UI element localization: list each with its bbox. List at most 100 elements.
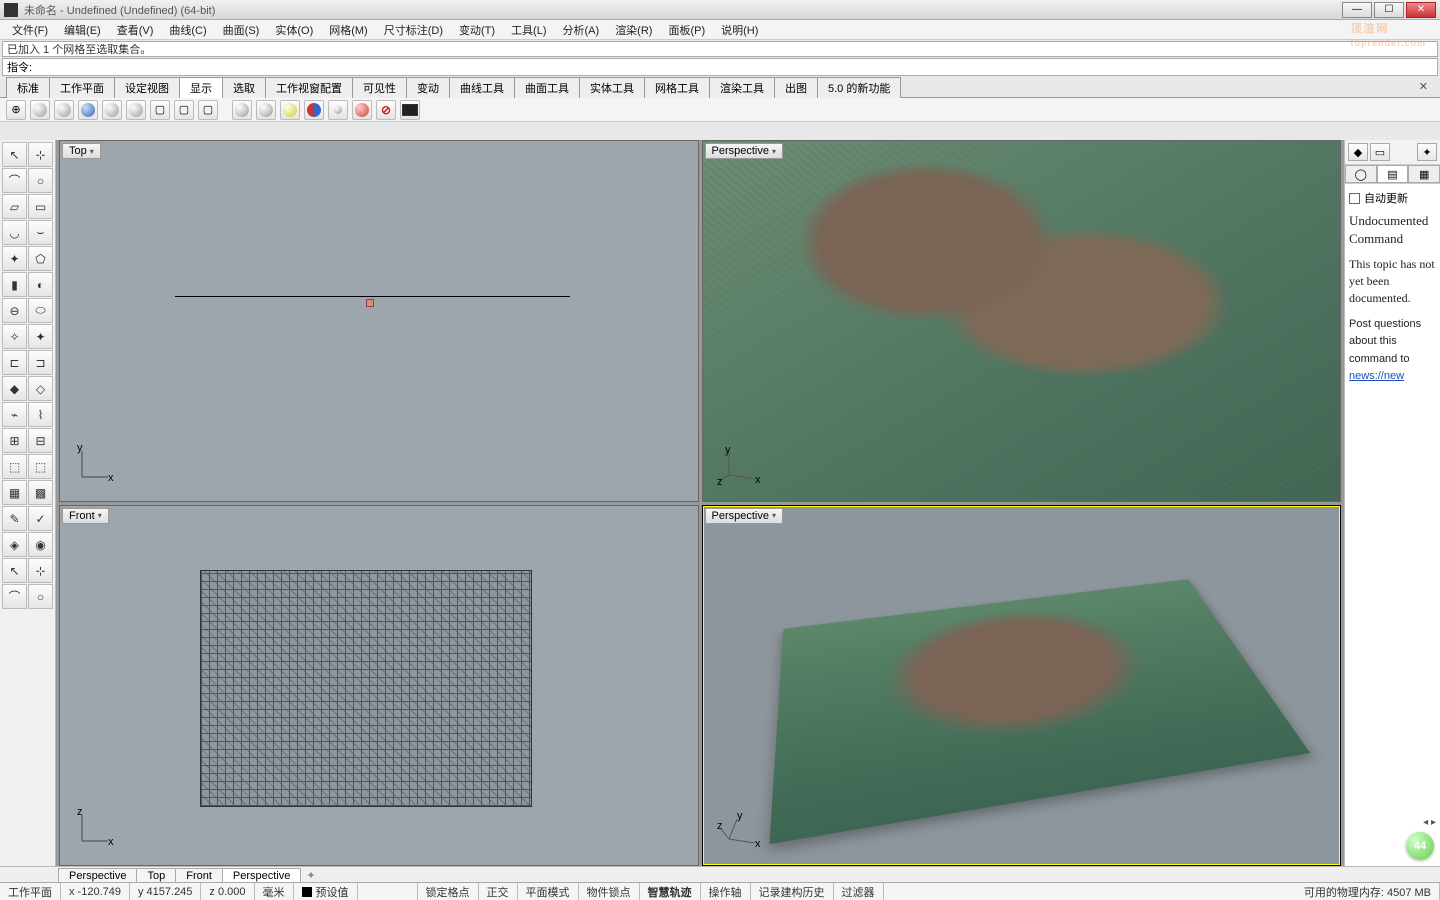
maximize-button[interactable]: ☐ xyxy=(1374,2,1404,18)
menu-实体(O)[interactable]: 实体(O) xyxy=(269,21,319,39)
tab-工作平面[interactable]: 工作平面 xyxy=(49,77,115,98)
tool-15[interactable]: ✦ xyxy=(28,324,53,349)
chevron-down-icon[interactable]: ▾ xyxy=(772,511,776,520)
menu-曲面(S)[interactable]: 曲面(S) xyxy=(217,21,266,39)
fullscreen-icon[interactable] xyxy=(400,100,420,120)
tool-20[interactable]: ⌁ xyxy=(2,402,27,427)
tool-19[interactable]: ◇ xyxy=(28,376,53,401)
tab-曲面工具[interactable]: 曲面工具 xyxy=(514,77,580,98)
help-link[interactable]: news://new xyxy=(1349,370,1404,382)
tab-出图[interactable]: 出图 xyxy=(774,77,818,98)
yellow-ball-icon[interactable] xyxy=(280,100,300,120)
tab-显示[interactable]: 显示 xyxy=(179,77,223,98)
viewport-perspective-2[interactable]: Perspective▾ yxz xyxy=(702,505,1342,867)
ghosted-ball-icon[interactable] xyxy=(102,100,122,120)
tool-22[interactable]: ⊞ xyxy=(2,428,27,453)
viewport-label-front[interactable]: Front▾ xyxy=(62,508,109,524)
shaded-ball-icon[interactable] xyxy=(30,100,50,120)
command-input[interactable] xyxy=(36,61,1433,73)
menu-说明(H)[interactable]: 说明(H) xyxy=(715,21,764,39)
panel-btn-2[interactable]: ▭ xyxy=(1370,143,1390,161)
tool-33[interactable]: ⊹ xyxy=(28,558,53,583)
tab-网格工具[interactable]: 网格工具 xyxy=(644,77,710,98)
tool-12[interactable]: ⊖ xyxy=(2,298,27,323)
menu-尺寸标注(D)[interactable]: 尺寸标注(D) xyxy=(378,21,449,39)
xray-ball-icon[interactable] xyxy=(126,100,146,120)
tool-24[interactable]: ⬚ xyxy=(2,454,27,479)
tab-5.0 的新功能[interactable]: 5.0 的新功能 xyxy=(817,77,901,98)
status-过滤器[interactable]: 过滤器 xyxy=(834,883,884,900)
panel-btn-1[interactable]: ◆ xyxy=(1348,143,1368,161)
tool-2[interactable]: ⌒ xyxy=(2,168,27,193)
tool-14[interactable]: ✧ xyxy=(2,324,27,349)
wireframe-globe-icon[interactable]: ⊕ xyxy=(6,100,26,120)
tool-35[interactable]: ○ xyxy=(28,584,53,609)
tab-渲染工具[interactable]: 渲染工具 xyxy=(709,77,775,98)
tool-23[interactable]: ⊟ xyxy=(28,428,53,453)
panel-tab-2[interactable]: ▤ xyxy=(1377,165,1409,183)
tab-选取[interactable]: 选取 xyxy=(222,77,266,98)
tab-变动[interactable]: 变动 xyxy=(406,77,450,98)
rendered-ball-icon[interactable] xyxy=(78,100,98,120)
tab-设定视图[interactable]: 设定视图 xyxy=(114,77,180,98)
status-正交[interactable]: 正交 xyxy=(479,883,518,900)
tool-21[interactable]: ⌇ xyxy=(28,402,53,427)
menu-曲线(C)[interactable]: 曲线(C) xyxy=(163,21,212,39)
flat-shade-icon[interactable] xyxy=(232,100,252,120)
menu-渲染(R)[interactable]: 渲染(R) xyxy=(609,21,658,39)
tool-8[interactable]: ✦ xyxy=(2,246,27,271)
tab-曲线工具[interactable]: 曲线工具 xyxy=(449,77,515,98)
tool-18[interactable]: ◆ xyxy=(2,376,27,401)
tab-可见性[interactable]: 可见性 xyxy=(352,77,407,98)
status-cplane[interactable]: 工作平面 xyxy=(0,883,61,900)
viewport-front[interactable]: Front▾ zx xyxy=(59,505,699,867)
tool-17[interactable]: ⊐ xyxy=(28,350,53,375)
tool-11[interactable]: ◐ xyxy=(28,272,53,297)
tool-30[interactable]: ◈ xyxy=(2,532,27,557)
vptab-add[interactable]: ✦ xyxy=(300,868,321,883)
pen-icon[interactable]: ▢ xyxy=(198,100,218,120)
status-记录建构历史[interactable]: 记录建构历史 xyxy=(751,883,834,900)
close-button[interactable]: ✕ xyxy=(1406,2,1436,18)
status-物件锁点[interactable]: 物件锁点 xyxy=(579,883,640,900)
status-操作轴[interactable]: 操作轴 xyxy=(701,883,751,900)
viewport-label-perspective-2[interactable]: Perspective▾ xyxy=(705,508,784,524)
tool-1[interactable]: ⊹ xyxy=(28,142,53,167)
split-ball-icon[interactable] xyxy=(304,100,324,120)
tab-实体工具[interactable]: 实体工具 xyxy=(579,77,645,98)
chevron-down-icon[interactable]: ▾ xyxy=(772,147,776,156)
tool-26[interactable]: ▦ xyxy=(2,480,27,505)
minimize-button[interactable]: — xyxy=(1342,2,1372,18)
tool-16[interactable]: ⊏ xyxy=(2,350,27,375)
tool-4[interactable]: ▱ xyxy=(2,194,27,219)
tool-6[interactable]: ◡ xyxy=(2,220,27,245)
chevron-down-icon[interactable]: ▾ xyxy=(90,147,94,156)
status-智慧轨迹[interactable]: 智慧轨迹 xyxy=(640,883,701,900)
command-line[interactable]: 指令: xyxy=(2,58,1438,76)
chevron-down-icon[interactable]: ▾ xyxy=(98,511,102,520)
tab-标准[interactable]: 标准 xyxy=(6,77,50,98)
menu-变动(T)[interactable]: 变动(T) xyxy=(453,21,501,39)
panel-gear-icon[interactable]: ✦ xyxy=(1417,143,1437,161)
tool-27[interactable]: ▩ xyxy=(28,480,53,505)
menu-工具(L)[interactable]: 工具(L) xyxy=(505,21,552,39)
viewport-label-perspective-1[interactable]: Perspective▾ xyxy=(705,143,784,159)
menu-面板(P)[interactable]: 面板(P) xyxy=(662,21,711,39)
tool-0[interactable]: ↖ xyxy=(2,142,27,167)
menu-文件(F)[interactable]: 文件(F) xyxy=(6,21,54,39)
menu-查看(V)[interactable]: 查看(V) xyxy=(111,21,160,39)
shaded-ball2-icon[interactable] xyxy=(54,100,74,120)
tool-34[interactable]: ⌒ xyxy=(2,584,27,609)
tool-3[interactable]: ○ xyxy=(28,168,53,193)
panel-scrollbar[interactable]: ◂ ▸ xyxy=(1423,817,1436,828)
disable-icon[interactable]: ⊘ xyxy=(376,100,396,120)
tool-29[interactable]: ✓ xyxy=(28,506,53,531)
viewport-label-top[interactable]: Top▾ xyxy=(62,143,101,159)
color-ball-icon[interactable] xyxy=(352,100,372,120)
artistic-icon[interactable]: ▢ xyxy=(174,100,194,120)
tool-10[interactable]: ▮ xyxy=(2,272,27,297)
tool-31[interactable]: ◉ xyxy=(28,532,53,557)
viewport-perspective-1[interactable]: Perspective▾ yxz xyxy=(702,140,1342,502)
menu-编辑(E)[interactable]: 编辑(E) xyxy=(58,21,107,39)
tool-5[interactable]: ▭ xyxy=(28,194,53,219)
